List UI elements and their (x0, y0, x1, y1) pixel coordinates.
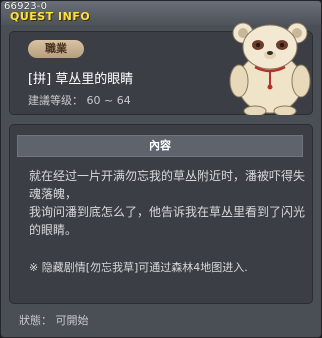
quest-note: ※ 隐藏剧情[勿忘我草]可通过森林4地图进入. (29, 261, 248, 274)
content-section-header: 內容 (17, 135, 303, 157)
description-line: 我询问潘到底怎么了，他告诉我在草丛里看到了闪光的眼睛。 (29, 205, 306, 237)
recommended-level: 建議等级： 60 ~ 64 (28, 94, 131, 107)
quest-category-badge: 職業 (28, 40, 84, 58)
window-title: QUEST INFO (10, 10, 91, 23)
quest-info-window: 66923-0 QUEST INFO 職業 [拼] 草丛里的眼睛 建議等级： 6… (0, 0, 322, 338)
description-line: 就在经过一片开满勿忘我的草丛附近时，潘被吓得失魂落魄， (29, 169, 306, 201)
quest-status: 狀態： 可開始 (19, 314, 89, 327)
bear-npc-portrait-icon (229, 22, 311, 115)
quest-description: 就在经过一片开满勿忘我的草丛附近时，潘被吓得失魂落魄， 我询问潘到底怎么了，他告… (29, 167, 309, 239)
quest-name: [拼] 草丛里的眼睛 (28, 72, 134, 87)
